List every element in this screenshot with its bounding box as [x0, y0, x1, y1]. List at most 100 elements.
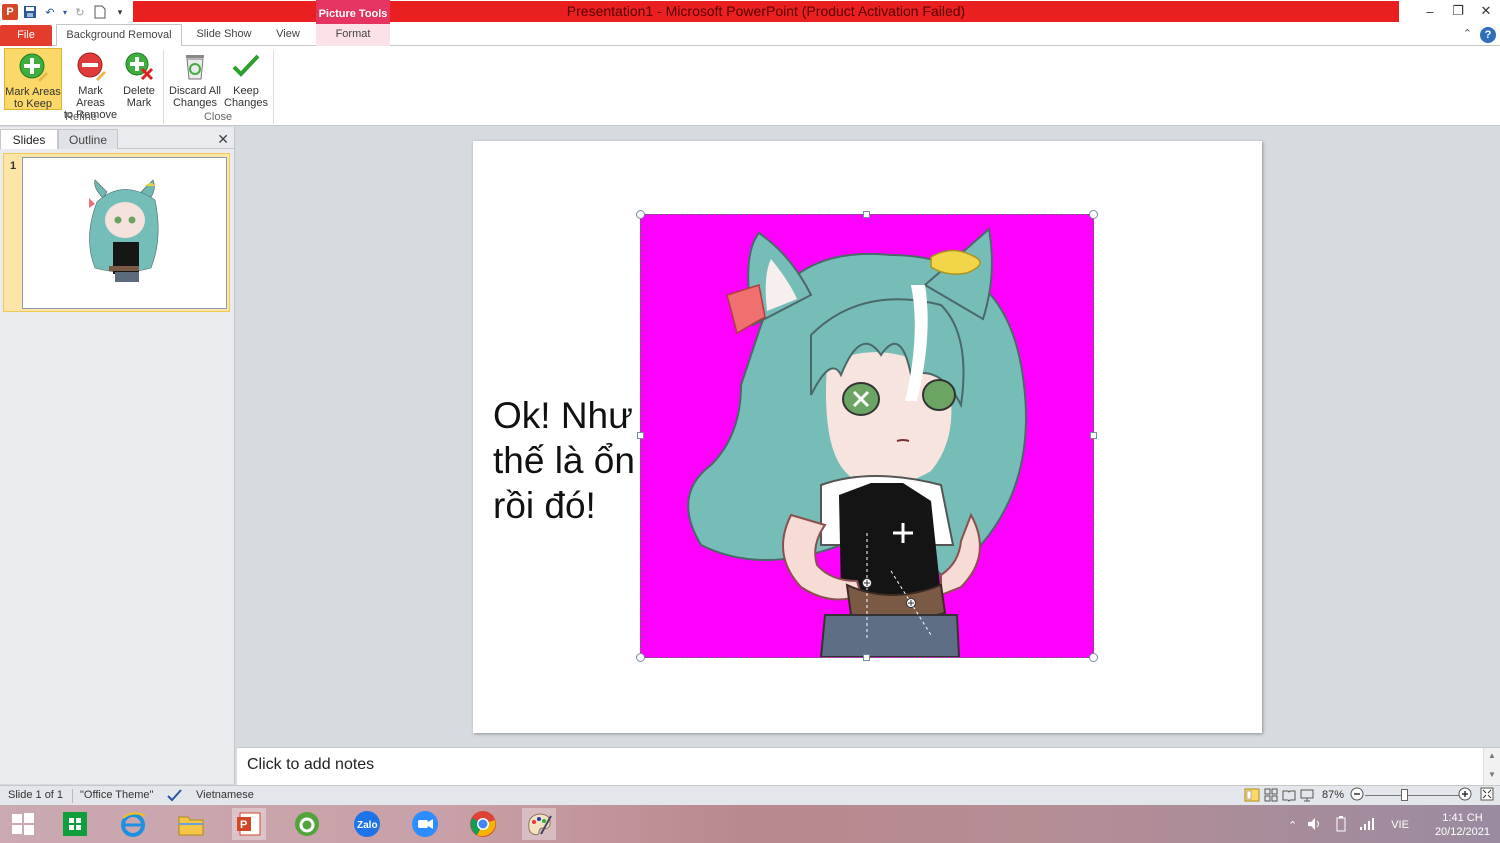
chrome-icon[interactable]	[466, 808, 500, 840]
minimize-icon[interactable]: –	[1416, 0, 1444, 22]
undo-icon[interactable]: ↶	[42, 4, 58, 20]
minus-pencil-icon	[76, 51, 106, 81]
fit-to-window-icon[interactable]	[1480, 787, 1494, 804]
new-document-icon[interactable]	[92, 4, 108, 20]
zoom-slider-thumb[interactable]	[1401, 789, 1408, 801]
tab-format[interactable]: Format	[316, 24, 390, 46]
coccoc-browser-icon[interactable]	[290, 808, 324, 840]
slides-pane: Slides Outline ✕ 1	[0, 127, 235, 784]
restore-icon[interactable]: ❐	[1444, 0, 1472, 22]
status-bar: Slide 1 of 1 "Office Theme" Vietnamese 8…	[0, 785, 1500, 805]
slide-number: 1	[10, 160, 17, 172]
slide-canvas[interactable]: Ok! Như thế là ổn rồi đó!	[473, 141, 1262, 733]
battery-icon[interactable]	[1333, 815, 1349, 835]
paint-icon[interactable]	[522, 808, 556, 840]
powerpoint-logo-icon[interactable]: P	[2, 4, 18, 20]
mark-areas-to-keep-button[interactable]: Mark Areas to Keep	[4, 48, 62, 110]
file-explorer-icon[interactable]	[174, 808, 208, 840]
mark-areas-to-remove-button[interactable]: Mark Areas to Remove	[63, 48, 118, 121]
keep-label-2: Changes	[224, 97, 269, 109]
notes-placeholder[interactable]: Click to add notes	[247, 756, 374, 774]
normal-view-icon[interactable]	[1244, 788, 1260, 805]
selected-picture[interactable]	[636, 210, 1098, 662]
language-status[interactable]: Vietnamese	[196, 789, 254, 801]
clock-time: 1:41 CH	[1442, 812, 1483, 824]
internet-explorer-icon[interactable]	[116, 808, 150, 840]
zoom-level[interactable]: 87%	[1322, 789, 1344, 801]
mark-keep-label-1: Mark Areas	[5, 86, 61, 98]
store-icon[interactable]	[58, 808, 92, 840]
quick-access-toolbar: P ↶ ▾ ↻ ▾	[2, 2, 128, 22]
title-bar: P ↶ ▾ ↻ ▾ Presentation1 - Microsoft Powe…	[0, 0, 1500, 24]
show-hidden-icons-icon[interactable]: ⌃	[1288, 819, 1297, 832]
plus-pencil-icon	[18, 52, 48, 82]
spell-check-icon[interactable]	[166, 787, 182, 806]
ribbon-tabs: File Background Removal Slide Show View …	[0, 24, 1500, 47]
discard-label-2: Changes	[172, 97, 218, 109]
discard-label-1: Discard All	[169, 85, 221, 97]
mark-keep-label-2: to Keep	[14, 98, 52, 110]
ribbon: Mark Areas to Keep Mark Areas to Remove …	[0, 46, 1500, 126]
zoom-in-icon[interactable]	[1458, 787, 1472, 804]
checkmark-icon	[231, 51, 261, 81]
tab-outline[interactable]: Outline	[58, 129, 118, 149]
tab-slides[interactable]: Slides	[0, 129, 58, 149]
help-icon[interactable]: ?	[1480, 27, 1496, 43]
picture-tools-context-tab: Picture Tools	[316, 0, 390, 24]
redo-icon[interactable]: ↻	[72, 4, 88, 20]
close-pane-icon[interactable]: ✕	[217, 131, 229, 148]
system-tray: ⌃ VIE 1:41 CH 20/12/2021	[1288, 809, 1490, 841]
resize-handle-top-right[interactable]	[1089, 210, 1098, 219]
input-language[interactable]: VIE	[1391, 819, 1409, 831]
slideshow-view-icon[interactable]	[1300, 788, 1314, 805]
delete-mark-label-1: Delete	[123, 85, 155, 97]
slide-sorter-icon[interactable]	[1264, 788, 1278, 805]
zalo-icon[interactable]: Zalo	[350, 808, 384, 840]
delete-mark-icon	[124, 51, 154, 81]
reading-view-icon[interactable]	[1282, 788, 1296, 805]
volume-icon[interactable]	[1307, 817, 1323, 834]
customize-qat-icon[interactable]: ▾	[112, 4, 128, 20]
zoom-slider[interactable]	[1365, 795, 1461, 796]
theme-name[interactable]: "Office Theme"	[80, 789, 153, 801]
powerpoint-taskbar-icon[interactable]: P	[232, 808, 266, 840]
tab-slide-show[interactable]: Slide Show	[186, 24, 262, 46]
network-icon[interactable]	[1359, 817, 1375, 834]
resize-handle-bottom[interactable]	[863, 654, 870, 661]
resize-handle-right[interactable]	[1090, 432, 1097, 439]
resize-handle-top-left[interactable]	[636, 210, 645, 219]
mark-remove-label-1: Mark Areas	[76, 85, 105, 109]
minimize-ribbon-icon[interactable]: ⌃	[1463, 27, 1472, 43]
slide-thumbnail[interactable]	[22, 157, 227, 309]
slide-editing-area: Ok! Như thế là ổn rồi đó!	[237, 127, 1500, 745]
discard-all-changes-button[interactable]: Discard All Changes	[168, 48, 222, 110]
resize-handle-left[interactable]	[637, 432, 644, 439]
character-picture	[687, 227, 1027, 658]
group-close-label: Close	[203, 111, 233, 123]
thumbnail-character-image	[89, 179, 159, 282]
taskbar: P Zalo ⌃ VIE 1:41 CH 20/12/2021	[0, 805, 1500, 843]
resize-handle-top[interactable]	[863, 211, 870, 218]
delete-mark-label-2: Mark	[126, 97, 152, 109]
recycle-bin-icon	[180, 51, 210, 81]
zoom-meetings-icon[interactable]	[408, 808, 442, 840]
tab-file[interactable]: File	[0, 25, 52, 46]
resize-handle-bottom-left[interactable]	[636, 653, 645, 662]
resize-handle-bottom-right[interactable]	[1089, 653, 1098, 662]
delete-mark-button[interactable]: Delete Mark	[120, 48, 158, 110]
tab-view[interactable]: View	[266, 24, 310, 46]
windows-start-icon[interactable]	[6, 808, 40, 840]
undo-dropdown-icon[interactable]: ▾	[62, 4, 68, 20]
slide-thumbnail-item[interactable]: 1	[3, 153, 230, 312]
tab-background-removal[interactable]: Background Removal	[56, 24, 182, 47]
save-icon[interactable]	[22, 4, 38, 20]
keep-label-1: Keep	[233, 85, 259, 97]
clock-date: 20/12/2021	[1434, 826, 1490, 838]
zoom-out-icon[interactable]	[1350, 787, 1364, 804]
keep-changes-button[interactable]: Keep Changes	[224, 48, 268, 110]
group-refine-label: Refine	[65, 111, 97, 123]
notes-scrollbar[interactable]: ▲ ▼	[1483, 748, 1500, 786]
clock[interactable]: 1:41 CH 20/12/2021	[1435, 811, 1490, 839]
notes-pane[interactable]: Click to add notes ▲ ▼	[237, 747, 1500, 786]
close-icon[interactable]: ✕	[1472, 0, 1500, 22]
